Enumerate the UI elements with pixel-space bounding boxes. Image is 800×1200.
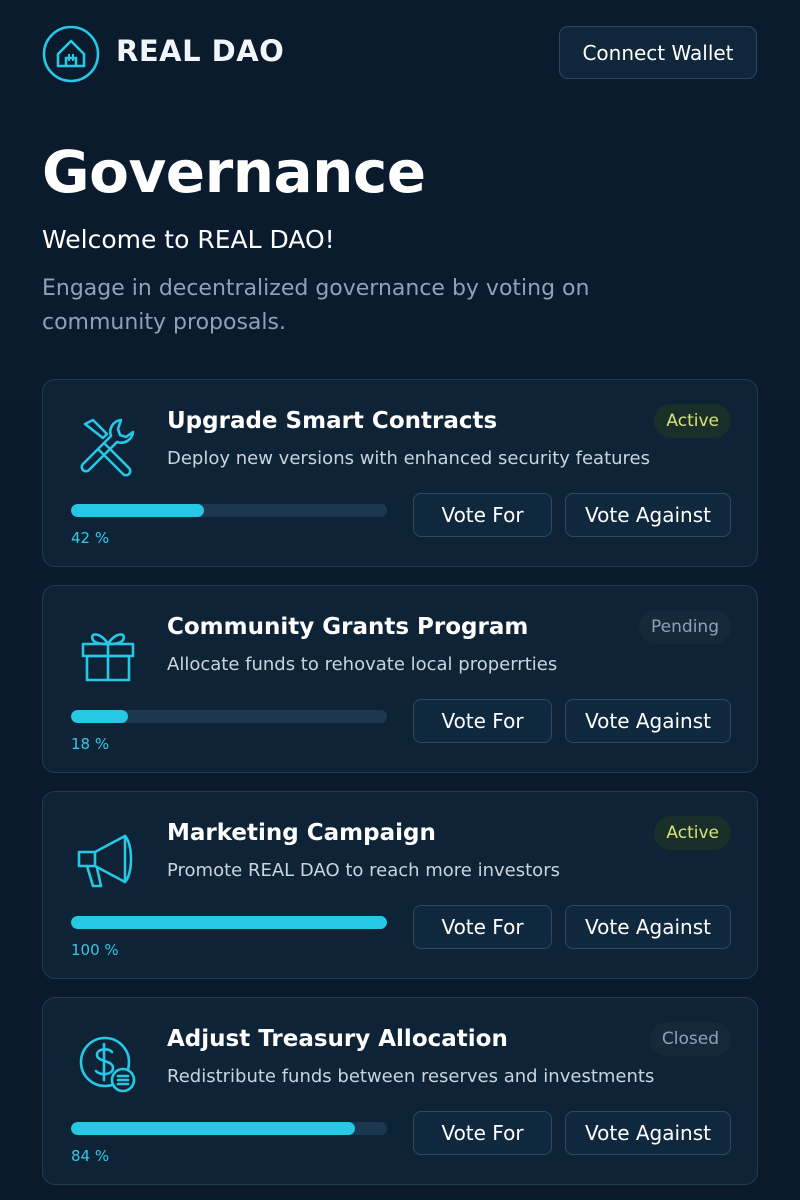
dollar-coin-icon [73, 1030, 143, 1100]
connect-wallet-button[interactable]: Connect Wallet [559, 26, 757, 79]
proposal-description: Promote REAL DAO to reach more investors [167, 860, 560, 881]
proposal-description: Allocate funds to rehovate local properr… [167, 654, 558, 675]
proposal-title: Adjust Treasury Allocation [167, 1026, 508, 1052]
progress-fill [71, 504, 204, 517]
proposal-card: Community Grants Program Allocate funds … [42, 585, 758, 773]
progress-label: 18 % [71, 735, 110, 753]
proposal-description: Redistribute funds between reserves and … [167, 1066, 655, 1087]
progress-fill [71, 916, 387, 929]
status-badge: Closed [649, 1022, 731, 1056]
governance-page: REAL DAO Connect Wallet Governance Welco… [0, 0, 800, 1200]
progress-fill [71, 710, 128, 723]
progress-bar [71, 504, 387, 517]
progress-bar [71, 1122, 387, 1135]
house-logo-icon [42, 25, 100, 83]
progress-fill [71, 1122, 356, 1135]
proposal-title: Upgrade Smart Contracts [167, 408, 498, 434]
intro-text: Engage in decentralized governance by vo… [42, 276, 590, 335]
vote-against-button[interactable]: Vote Against [565, 493, 731, 537]
status-badge: Pending [639, 610, 731, 644]
proposal-title: Marketing Campaign [167, 820, 436, 846]
progress-label: 100 % [71, 941, 119, 959]
app-name: REAL DAO [116, 34, 285, 68]
gift-icon [73, 618, 143, 688]
progress-bar [71, 710, 387, 723]
megaphone-icon [73, 824, 143, 894]
top-bar: REAL DAO Connect Wallet [0, 0, 800, 110]
proposal-card: Adjust Treasury Allocation Redistribute … [42, 997, 758, 1185]
proposal-description: Deploy new versions with enhanced securi… [167, 448, 651, 469]
progress-bar [71, 916, 387, 929]
vote-against-button[interactable]: Vote Against [565, 699, 731, 743]
progress-label: 42 % [71, 529, 110, 547]
proposal-card: Upgrade Smart Contracts Deploy new versi… [42, 379, 758, 567]
page-title: Governance [42, 138, 426, 206]
welcome-heading: Welcome to REAL DAO! [42, 225, 335, 254]
proposal-title: Community Grants Program [167, 614, 529, 640]
progress-label: 84 % [71, 1147, 110, 1165]
status-badge: Active [654, 404, 731, 438]
proposal-card: Marketing Campaign Promote REAL DAO to r… [42, 791, 758, 979]
vote-for-button[interactable]: Vote For [413, 905, 552, 949]
vote-for-button[interactable]: Vote For [413, 1111, 552, 1155]
vote-for-button[interactable]: Vote For [413, 699, 552, 743]
vote-against-button[interactable]: Vote Against [565, 905, 731, 949]
vote-for-button[interactable]: Vote For [413, 493, 552, 537]
wrench-screwdriver-icon [73, 412, 143, 482]
status-badge: Active [654, 816, 731, 850]
vote-against-button[interactable]: Vote Against [565, 1111, 731, 1155]
